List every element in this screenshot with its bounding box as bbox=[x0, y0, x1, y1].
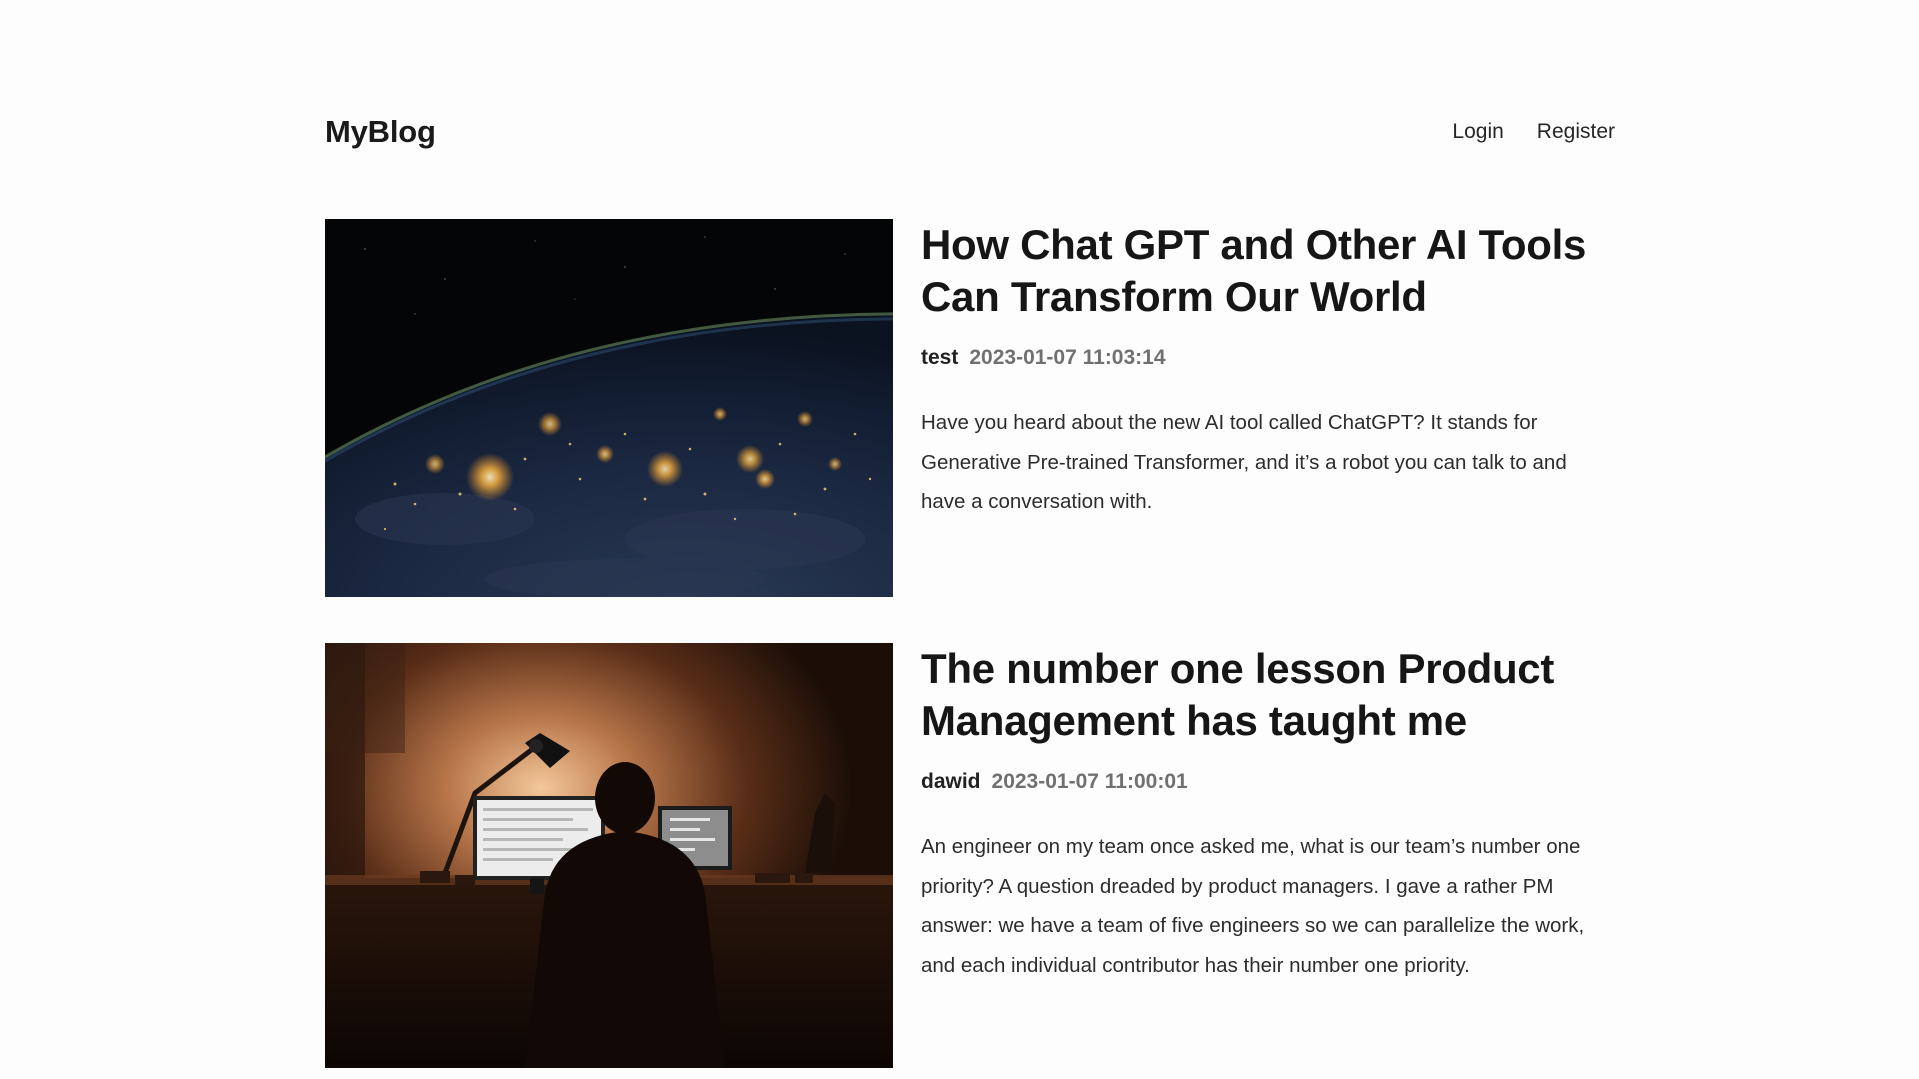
register-link[interactable]: Register bbox=[1537, 120, 1615, 144]
header-nav: Login Register bbox=[1452, 120, 1615, 144]
post-excerpt: An engineer on my team once asked me, wh… bbox=[921, 835, 1585, 977]
earth-night-image bbox=[325, 219, 893, 597]
post-content: How Chat GPT and Other AI Tools Can Tran… bbox=[921, 219, 1615, 597]
post-image-desk[interactable] bbox=[325, 643, 893, 1068]
desk-at-night-image bbox=[325, 643, 893, 1068]
post-date: 2023-01-07 11:00:01 bbox=[991, 770, 1188, 793]
site-logo[interactable]: MyBlog bbox=[325, 114, 436, 150]
post-content: The number one lesson Product Management… bbox=[921, 643, 1615, 1068]
post-card: The number one lesson Product Management… bbox=[325, 643, 1615, 1068]
post-meta: dawid 2023-01-07 11:00:01 bbox=[921, 767, 1615, 797]
post-meta: test 2023-01-07 11:03:14 bbox=[921, 343, 1615, 373]
post-card: How Chat GPT and Other AI Tools Can Tran… bbox=[325, 219, 1615, 597]
post-image-earth[interactable] bbox=[325, 219, 893, 597]
post-author: dawid bbox=[921, 770, 981, 793]
login-link[interactable]: Login bbox=[1452, 120, 1503, 144]
post-author: test bbox=[921, 346, 959, 369]
post-excerpt: Have you heard about the new AI tool cal… bbox=[921, 411, 1567, 513]
post-title[interactable]: The number one lesson Product Management… bbox=[921, 643, 1615, 747]
site-header: MyBlog Login Register bbox=[325, 110, 1615, 154]
post-title[interactable]: How Chat GPT and Other AI Tools Can Tran… bbox=[921, 219, 1615, 323]
post-date: 2023-01-07 11:03:14 bbox=[969, 346, 1166, 369]
